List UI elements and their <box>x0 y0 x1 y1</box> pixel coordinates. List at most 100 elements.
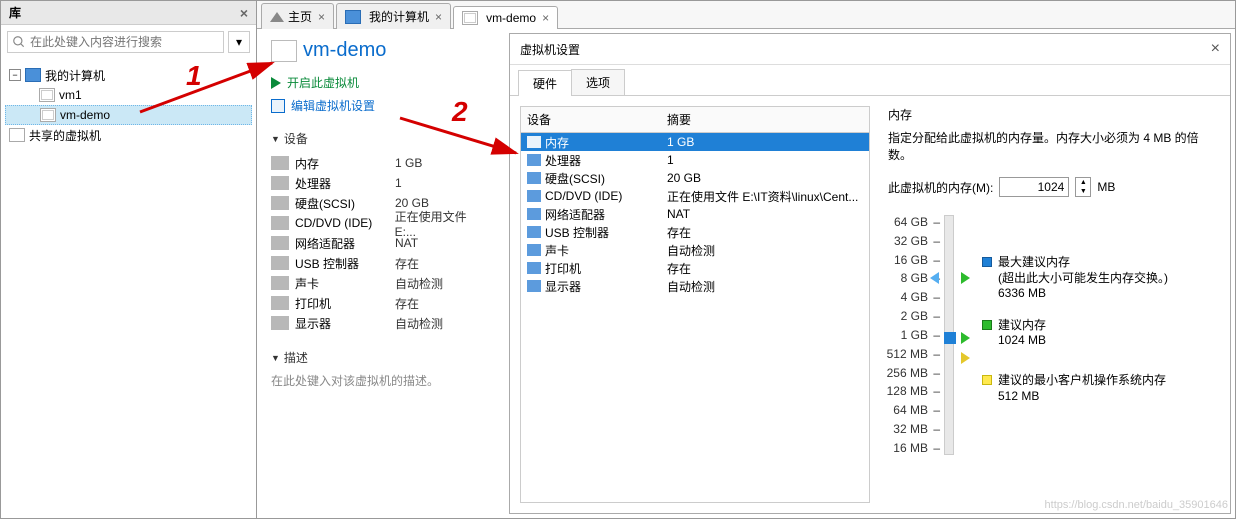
green-swatch-icon <box>982 320 992 330</box>
panel-title: 库 <box>9 4 21 21</box>
device-row[interactable]: 打印机存在 <box>271 293 491 313</box>
chevron-down-icon[interactable]: ▼ <box>1076 187 1090 196</box>
memory-desc: 指定分配给此虚拟机的内存量。内存大小必须为 4 MB 的倍数。 <box>888 129 1210 163</box>
tree-item-vm1[interactable]: vm1 <box>5 85 252 105</box>
device-name: USB 控制器 <box>295 255 395 272</box>
scale-tick: 256 MB – <box>887 366 940 380</box>
device-row[interactable]: CD/DVD (IDE)正在使用文件 E:... <box>271 213 491 233</box>
start-vm-link[interactable]: 开启此虚拟机 <box>271 74 491 91</box>
tree-item-label: vm-demo <box>60 108 110 122</box>
search-dropdown-button[interactable]: ▾ <box>228 31 250 53</box>
device-icon <box>527 262 541 274</box>
search-input[interactable] <box>7 31 224 53</box>
vm-icon <box>40 108 56 122</box>
device-name: 打印机 <box>295 295 395 312</box>
panel-header: 库 × <box>1 1 256 25</box>
chevron-up-icon[interactable]: ▲ <box>1076 178 1090 187</box>
hardware-row[interactable]: 内存1 GB <box>521 133 869 151</box>
hardware-row[interactable]: 硬盘(SCSI)20 GB <box>521 169 869 187</box>
close-icon[interactable]: × <box>542 11 549 25</box>
device-icon <box>527 244 541 256</box>
marker-max-icon <box>961 272 970 284</box>
scale-tick: 16 MB – <box>893 441 940 455</box>
hw-value: 1 <box>667 153 674 167</box>
memory-input[interactable] <box>999 177 1069 197</box>
vm-title: vm-demo <box>303 39 386 62</box>
hardware-row[interactable]: 网络适配器 NAT <box>521 205 869 223</box>
vm-tree: − 我的计算机 vm1 vm-demo 共享的虚拟机 <box>1 59 256 518</box>
devices-header[interactable]: 设备 <box>271 130 491 147</box>
memory-scale[interactable]: 64 GB –32 GB –16 GB –8 GB –4 GB –2 GB –1… <box>888 215 954 455</box>
hw-value: NAT <box>667 207 690 221</box>
computer-icon <box>25 68 41 82</box>
hardware-row[interactable]: USB 控制器存在 <box>521 223 869 241</box>
close-icon[interactable]: × <box>1211 40 1220 58</box>
hw-value: 20 GB <box>667 171 701 185</box>
tree-shared-vms[interactable]: 共享的虚拟机 <box>5 125 252 145</box>
hw-value: 自动检测 <box>667 278 715 295</box>
tree-item-vm-demo[interactable]: vm-demo <box>5 105 252 125</box>
close-icon[interactable]: × <box>435 10 442 24</box>
dialog-title: 虚拟机设置 <box>520 41 580 58</box>
hw-name: USB 控制器 <box>545 224 609 241</box>
device-row[interactable]: USB 控制器存在 <box>271 253 491 273</box>
library-panel: 库 × ▾ − 我的计算机 vm1 vm-demo 共享的虚拟机 <box>1 1 257 518</box>
hw-value: 存在 <box>667 260 691 277</box>
marker-min-icon <box>961 352 970 364</box>
hardware-row[interactable]: 显示器自动检测 <box>521 277 869 295</box>
close-icon[interactable]: × <box>240 5 248 21</box>
desc-header[interactable]: 描述 <box>271 349 491 366</box>
hardware-row[interactable]: 声卡 自动检测 <box>521 241 869 259</box>
yellow-swatch-icon <box>982 375 992 385</box>
device-icon <box>527 280 541 292</box>
device-name: 显示器 <box>295 315 395 332</box>
scale-tick: 2 GB – <box>901 309 940 323</box>
scale-tick: 16 GB – <box>894 253 940 267</box>
device-row[interactable]: 显示器自动检测 <box>271 313 491 333</box>
play-icon <box>271 77 281 89</box>
note-min: 建议的最小客户机操作系统内存 512 MB <box>982 373 1168 404</box>
tab-options[interactable]: 选项 <box>571 69 625 95</box>
tree-root-mycomputer[interactable]: − 我的计算机 <box>5 65 252 85</box>
device-icon <box>271 316 289 330</box>
marker-current[interactable] <box>944 332 956 344</box>
hw-name: 网络适配器 <box>545 206 605 223</box>
device-row[interactable]: 处理器1 <box>271 173 491 193</box>
device-row[interactable]: 声卡自动检测 <box>271 273 491 293</box>
note-recommended: 建议内存 1024 MB <box>982 318 1168 349</box>
tab-vm-demo[interactable]: vm-demo × <box>453 6 558 29</box>
blue-swatch-icon <box>982 257 992 267</box>
hardware-row[interactable]: 打印机存在 <box>521 259 869 277</box>
device-row[interactable]: 内存1 GB <box>271 153 491 173</box>
close-icon[interactable]: × <box>318 10 325 24</box>
device-icon <box>527 136 541 148</box>
tab-mycomputer[interactable]: 我的计算机 × <box>336 3 451 29</box>
memory-spinner[interactable]: ▲▼ <box>1075 177 1091 197</box>
tab-home[interactable]: 主页 × <box>261 3 334 29</box>
scale-tick: 64 GB – <box>894 215 940 229</box>
device-icon <box>527 190 541 202</box>
hardware-row[interactable]: CD/DVD (IDE)正在使用文件 E:\IT资料\linux\Cent... <box>521 187 869 205</box>
watermark: https://blog.csdn.net/baidu_35901646 <box>1045 499 1228 511</box>
memory-unit: MB <box>1097 180 1115 194</box>
scale-tick: 512 MB – <box>887 347 940 361</box>
memory-header: 内存 <box>888 106 1210 123</box>
device-value: 自动检测 <box>395 275 443 292</box>
device-value: NAT <box>395 236 418 250</box>
settings-icon <box>271 99 285 113</box>
vm-stack-icon <box>271 40 297 62</box>
hw-value: 自动检测 <box>667 242 715 259</box>
hw-value: 正在使用文件 E:\IT资料\linux\Cent... <box>667 188 858 205</box>
device-name: 声卡 <box>295 275 395 292</box>
device-icon <box>527 226 541 238</box>
hw-name: 声卡 <box>545 242 569 259</box>
hardware-row[interactable]: 处理器1 <box>521 151 869 169</box>
device-icon <box>271 156 289 170</box>
annotation-1: 1 <box>186 60 202 92</box>
device-icon <box>271 256 289 270</box>
hardware-list: 设备 摘要 内存1 GB处理器1硬盘(SCSI)20 GBCD/DVD (IDE… <box>520 106 870 503</box>
desc-placeholder[interactable]: 在此处键入对该虚拟机的描述。 <box>271 372 491 389</box>
tab-hardware[interactable]: 硬件 <box>518 70 572 96</box>
device-name: CD/DVD (IDE) <box>295 216 395 230</box>
collapse-icon[interactable]: − <box>9 69 21 81</box>
